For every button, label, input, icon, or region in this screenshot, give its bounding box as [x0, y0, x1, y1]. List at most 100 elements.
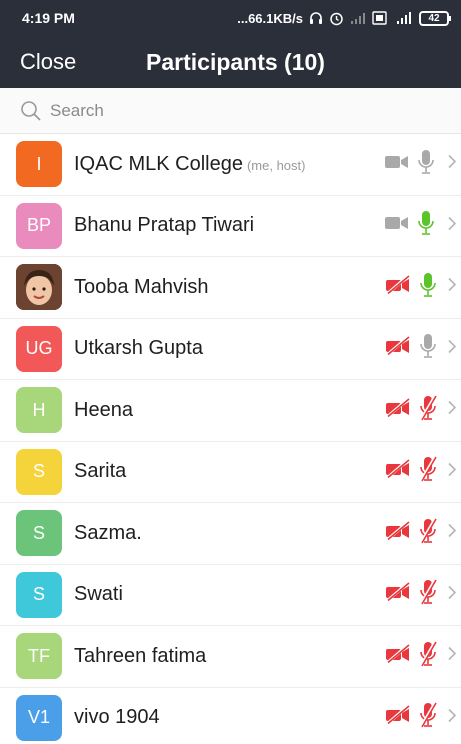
participant-name-text: Tooba Mahvish	[74, 275, 209, 298]
participant-name: Sazma.	[74, 522, 142, 545]
participant-name: Sarita	[74, 460, 126, 483]
avatar: S	[16, 448, 62, 495]
avatar: V1	[16, 694, 62, 741]
participant-row[interactable]: S Swati	[0, 565, 461, 626]
participant-name-text: Tahreen fatima	[74, 644, 207, 667]
avatar-initials: S	[32, 584, 45, 605]
avatar-initials: I	[36, 153, 42, 174]
microphone-icon	[418, 333, 438, 364]
chevron-right-icon	[448, 278, 457, 297]
participant-name: Utkarsh Gupta	[74, 337, 203, 360]
search-icon	[21, 100, 41, 121]
video-off-icon	[384, 643, 412, 669]
avatar-initials: BP	[26, 215, 51, 236]
participant-row[interactable]: BP Bhanu Pratap Tiwari	[0, 196, 461, 257]
video-off-icon	[384, 397, 412, 423]
microphone-icon	[418, 272, 438, 303]
status-bar: 4:19 PM ...66.1KB/s 42	[0, 0, 461, 36]
status-time: 4:19 PM	[22, 10, 75, 26]
microphone-icon	[416, 149, 436, 180]
chevron-right-icon	[448, 216, 457, 235]
chevron-right-icon	[448, 647, 457, 666]
avatar-initials: S	[32, 461, 45, 482]
avatar-initials: H	[32, 399, 46, 420]
chevron-right-icon	[448, 155, 457, 174]
participant-name: Tahreen fatima	[74, 645, 206, 668]
video-off-icon	[384, 336, 412, 361]
headphones-icon	[309, 11, 323, 25]
participant-name-text: Utkarsh Gupta	[74, 337, 203, 360]
mic-muted-icon	[418, 702, 438, 733]
video-off-icon	[384, 582, 412, 607]
video-off-icon	[384, 459, 412, 484]
close-button[interactable]: Close	[20, 49, 76, 75]
chevron-right-icon	[448, 585, 457, 604]
signal-4g-icon	[393, 11, 413, 25]
participant-status-icons	[384, 257, 438, 318]
participant-row[interactable]: S Sarita	[0, 442, 461, 503]
microphone-icon	[416, 210, 436, 241]
participant-name: Swati	[74, 583, 123, 606]
avatar: TF	[16, 633, 62, 680]
avatar-initials: UG	[25, 338, 53, 359]
video-off-icon	[384, 705, 412, 730]
chevron-right-icon	[448, 708, 457, 727]
avatar: BP	[16, 202, 62, 249]
net-speed: ...66.1KB/s	[237, 10, 303, 26]
avatar: I	[16, 141, 62, 188]
participant-name-text: Sazma.	[74, 521, 142, 544]
participant-row[interactable]: H Heena	[0, 380, 461, 442]
participant-row[interactable]: TF Tahreen fatima	[0, 626, 461, 688]
video-camera-icon	[384, 153, 410, 176]
search-input[interactable]	[50, 100, 430, 121]
participant-status-icons	[384, 319, 438, 380]
avatar: UG	[16, 325, 62, 372]
participant-status-icons	[384, 565, 438, 626]
avatar-initials: S	[32, 522, 45, 543]
data-icon	[372, 11, 387, 25]
video-off-icon	[384, 520, 412, 546]
participant-row[interactable]: I IQAC MLK College (me, host)	[0, 134, 461, 196]
participant-role-tag: (me, host)	[246, 157, 306, 173]
search-bar	[0, 88, 461, 134]
participant-name: vivo 1904	[74, 706, 160, 729]
avatar-initials: V1	[27, 707, 51, 728]
avatar-initials: TF	[28, 645, 50, 666]
avatar: S	[16, 571, 62, 618]
avatar: H	[16, 387, 62, 434]
battery-icon: 42	[419, 10, 451, 26]
participant-status-icons	[384, 196, 436, 257]
avatar: S	[16, 510, 62, 557]
participant-list: I IQAC MLK College (me, host) BP Bhanu Prata…	[0, 134, 461, 744]
participant-name: Heena	[74, 399, 133, 422]
participant-status-icons	[384, 626, 438, 687]
chevron-right-icon	[448, 401, 457, 420]
participant-name: Tooba Mahvish	[74, 276, 209, 299]
mic-muted-icon	[418, 394, 438, 426]
alarm-icon	[329, 11, 344, 26]
participant-name-text: vivo 1904	[74, 706, 160, 729]
video-off-icon	[384, 274, 412, 300]
participant-name-text: Heena	[74, 398, 133, 421]
participant-name-text: Sarita	[74, 460, 127, 483]
participant-status-icons	[384, 442, 438, 503]
video-camera-icon	[384, 214, 410, 237]
avatar	[16, 264, 62, 311]
participant-name-text: IQAC MLK College	[74, 152, 243, 175]
status-icons: ...66.1KB/s 42	[237, 10, 451, 26]
participant-row[interactable]: S Sazma.	[0, 503, 461, 565]
participant-status-icons	[384, 503, 438, 564]
participant-row[interactable]: V1 vivo 1904	[0, 688, 461, 744]
chevron-right-icon	[448, 524, 457, 543]
participant-row[interactable]: Tooba Mahvish	[0, 257, 461, 319]
mic-muted-icon	[418, 640, 438, 672]
participant-status-icons	[384, 134, 436, 195]
participant-status-icons	[384, 688, 438, 744]
signal-icon	[350, 12, 366, 25]
participant-name: Bhanu Pratap Tiwari	[74, 214, 254, 237]
participant-name-text: Bhanu Pratap Tiwari	[74, 214, 255, 237]
participant-name: IQAC MLK College (me, host)	[74, 153, 305, 176]
participant-status-icons	[384, 380, 438, 441]
participant-row[interactable]: UG Utkarsh Gupta	[0, 319, 461, 380]
mic-muted-icon	[418, 456, 438, 487]
